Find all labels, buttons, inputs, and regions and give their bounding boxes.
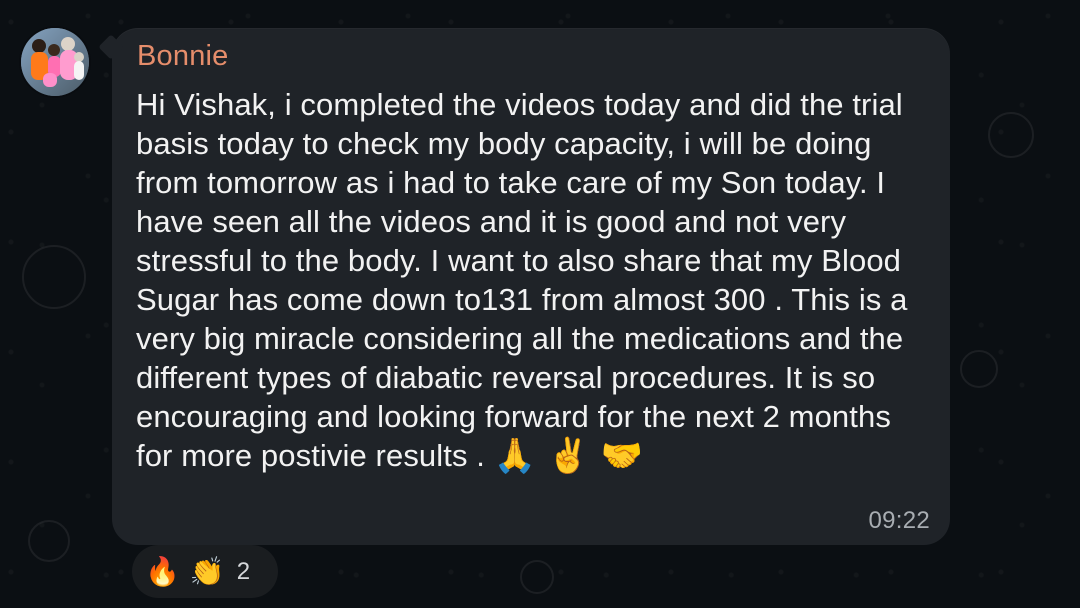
incoming-message-bubble[interactable]: Bonnie Hi Vishak, i completed the videos… bbox=[112, 28, 950, 545]
wallpaper-doodle bbox=[22, 245, 86, 309]
sender-avatar[interactable] bbox=[21, 28, 89, 96]
message-reactions-pill[interactable]: 🔥 👏 2 bbox=[132, 545, 278, 598]
sender-name[interactable]: Bonnie bbox=[137, 42, 229, 71]
message-timestamp: 09:22 bbox=[868, 507, 930, 534]
folded-hands-emoji: 🙏 bbox=[493, 435, 537, 476]
message-emoji-group: 🙏 ✌️ 🤝 bbox=[493, 435, 644, 476]
message-text: Hi Vishak, i completed the videos today … bbox=[136, 87, 908, 473]
wallpaper-doodle bbox=[28, 520, 70, 562]
message-body: Hi Vishak, i completed the videos today … bbox=[136, 85, 932, 475]
wallpaper-doodle bbox=[520, 560, 554, 594]
handshake-emoji: 🤝 bbox=[600, 435, 644, 476]
reaction-count: 2 bbox=[236, 557, 251, 585]
victory-hand-emoji: ✌️ bbox=[547, 435, 590, 476]
wallpaper-doodle bbox=[988, 112, 1034, 158]
wallpaper-doodle bbox=[960, 350, 998, 388]
fire-reaction-emoji: 🔥 bbox=[145, 554, 180, 588]
clapping-hands-reaction-emoji: 👏 bbox=[189, 554, 225, 588]
